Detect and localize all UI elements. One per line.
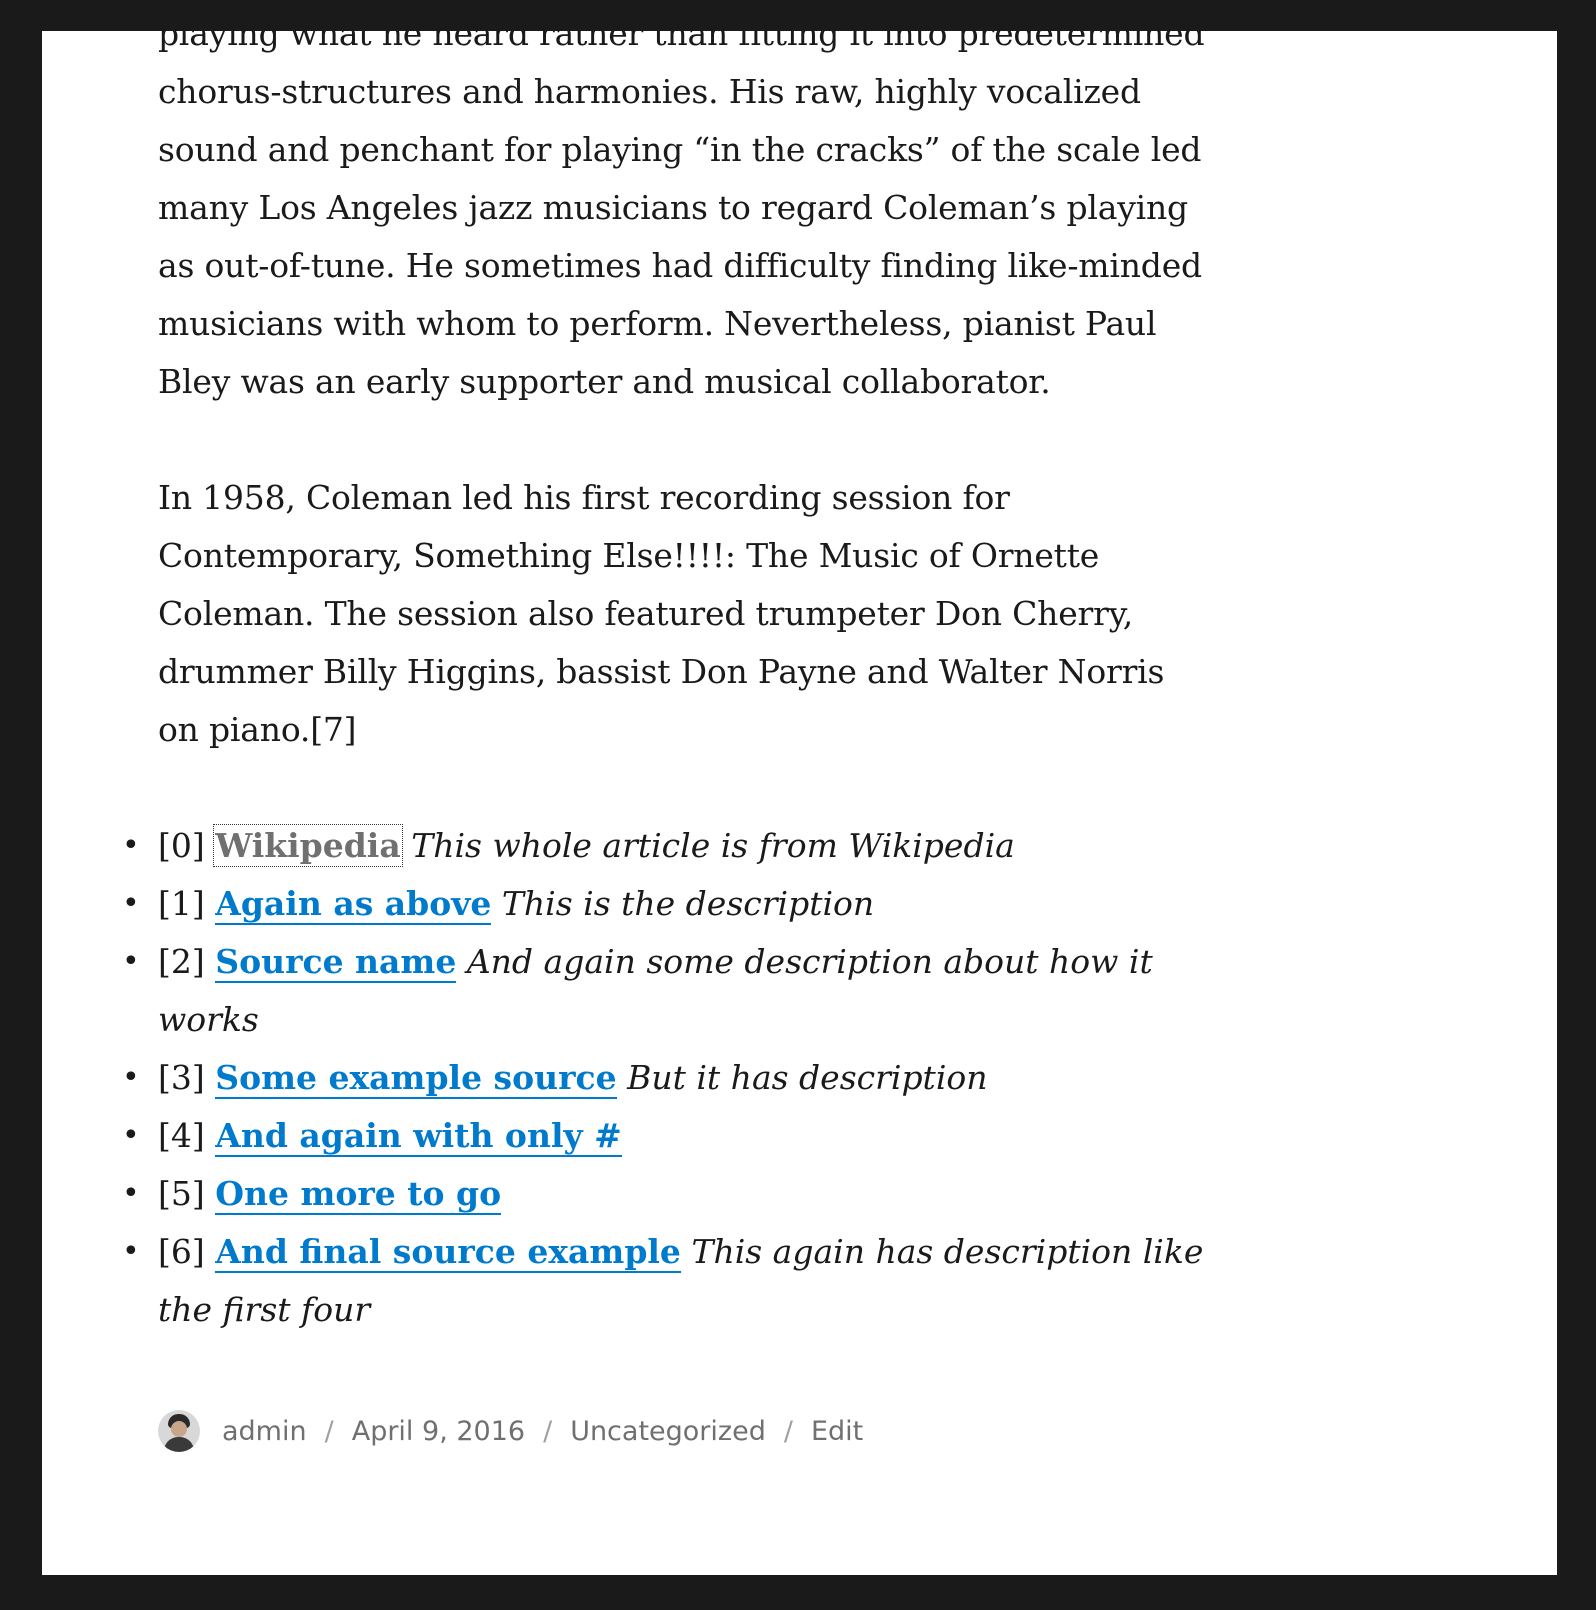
reference-item: • [3] Some example source But it has des…	[122, 1049, 1208, 1107]
reference-description: This is the description	[501, 884, 875, 923]
reference-number: [1]	[158, 884, 205, 923]
avatar-body	[164, 1437, 194, 1452]
author-link[interactable]: admin	[222, 1416, 307, 1447]
edit-link[interactable]: Edit	[811, 1416, 863, 1447]
reference-link[interactable]: And final source example	[215, 1232, 681, 1273]
avatar[interactable]	[158, 1410, 200, 1452]
reference-number: [0]	[158, 826, 205, 865]
meta-separator: /	[543, 1415, 553, 1447]
entry-footer: admin / April 9, 2016 / Uncategorized / …	[158, 1409, 863, 1453]
reference-description: But it has description	[627, 1058, 988, 1097]
bullet-icon: •	[122, 886, 140, 921]
reference-item: • [2] Source name And again some descrip…	[122, 933, 1208, 1049]
reference-link[interactable]: Wikipedia	[213, 824, 403, 867]
reference-item: • [6] And final source example This agai…	[122, 1223, 1208, 1339]
meta-separator: /	[324, 1415, 334, 1447]
reference-number: [4]	[158, 1116, 205, 1155]
article-paragraph: In 1958, Coleman led his first recording…	[158, 478, 1165, 749]
avatar-face	[171, 1421, 187, 1437]
meta-separator: /	[783, 1415, 793, 1447]
reference-number: [3]	[158, 1058, 205, 1097]
reference-number: [6]	[158, 1232, 205, 1271]
reference-item: • [5] One more to go	[122, 1165, 1208, 1223]
reference-link[interactable]: And again with only #	[215, 1116, 622, 1157]
reference-item: • [4] And again with only #	[122, 1107, 1208, 1165]
reference-item: • [1] Again as above This is the descrip…	[122, 875, 1208, 933]
bullet-icon: •	[122, 944, 140, 979]
article-paragraph: playing what he heard rather than fittin…	[158, 31, 1205, 401]
bullet-icon: •	[122, 1118, 140, 1153]
reference-number: [5]	[158, 1174, 205, 1213]
reference-link[interactable]: Source name	[215, 942, 457, 983]
category-link[interactable]: Uncategorized	[570, 1416, 766, 1447]
reference-link[interactable]: Again as above	[215, 884, 492, 925]
bullet-icon: •	[122, 1060, 140, 1095]
bullet-icon: •	[122, 1176, 140, 1211]
date-link[interactable]: April 9, 2016	[352, 1416, 525, 1447]
reference-number: [2]	[158, 942, 205, 981]
reference-link[interactable]: One more to go	[215, 1174, 502, 1215]
bullet-icon: •	[122, 1234, 140, 1269]
bullet-icon: •	[122, 828, 140, 863]
reference-item: • [0] Wikipedia This whole article is fr…	[122, 817, 1208, 875]
page: playing what he heard rather than fittin…	[42, 31, 1557, 1575]
reference-link[interactable]: Some example source	[215, 1058, 617, 1099]
references-list: • [0] Wikipedia This whole article is fr…	[122, 817, 1208, 1339]
entry-content: playing what he heard rather than fittin…	[122, 31, 1208, 1339]
reference-description: This whole article is from Wikipedia	[411, 826, 1015, 865]
